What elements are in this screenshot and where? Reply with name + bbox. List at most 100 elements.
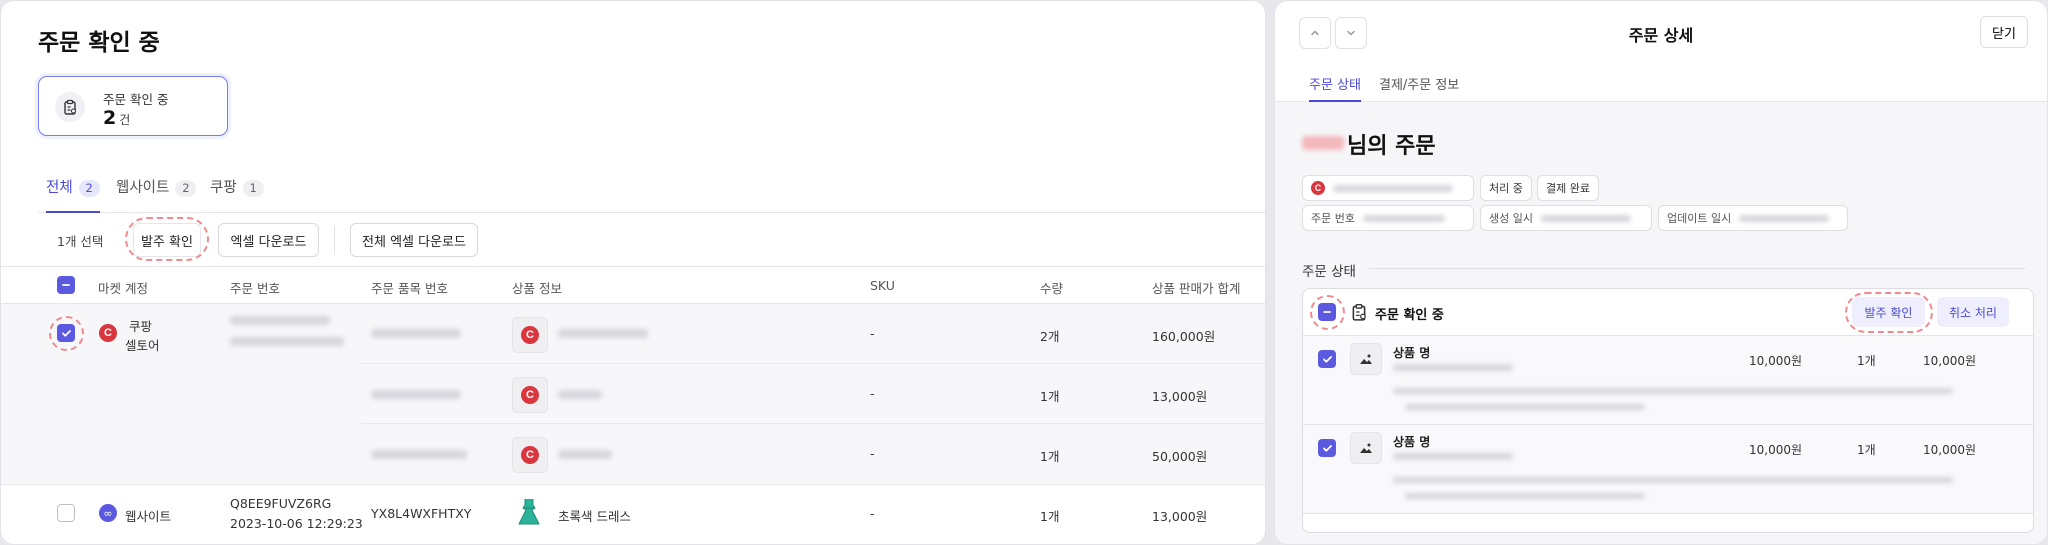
product-thumbnail: C	[512, 377, 548, 413]
redacted-item-meta	[1405, 404, 1645, 410]
item-qty: 1개	[1040, 449, 1060, 464]
redacted-order-no	[1362, 214, 1445, 222]
item-no: YX8L4WXFHTXY	[371, 506, 472, 521]
order-no-label: 주문 번호	[1311, 212, 1355, 225]
item-total: 160,000원	[1152, 329, 1216, 344]
order-list-panel: 주문 확인 중 주문 확인 중 2건 전체 2 웹사이트 2 쿠팡 1 1개 선택 발…	[0, 0, 1266, 545]
section-divider	[1369, 268, 2025, 269]
redacted-item-no	[371, 390, 461, 399]
check-icon	[1322, 444, 1332, 452]
close-button[interactable]: 닫기	[1980, 16, 2028, 48]
coupang-logo-icon: C	[521, 326, 539, 344]
row-checkbox[interactable]	[57, 324, 75, 342]
created-pill: 생성 일시	[1480, 205, 1652, 231]
redacted-product	[558, 390, 602, 399]
redacted-product	[558, 329, 648, 338]
item-qty: 1개	[1040, 509, 1060, 524]
redacted-product	[558, 450, 612, 459]
summary-count-value: 2	[103, 107, 117, 129]
channel-pill: C	[1302, 175, 1474, 201]
status-pill-paid: 결제 완료	[1537, 175, 1599, 201]
product-name: 초록색 드레스	[558, 509, 631, 524]
excel-download-all-button[interactable]: 전체 엑셀 다운로드	[350, 223, 478, 257]
image-icon	[1350, 343, 1382, 375]
check-icon	[61, 329, 71, 337]
channel-tabs: 전체 2 웹사이트 2 쿠팡 1	[38, 166, 1265, 213]
toolbar-divider	[334, 226, 335, 253]
status-card-header: 주문 확인 중 발주 확인 취소 처리	[1303, 289, 2033, 336]
item-name: 상품 명	[1393, 435, 1431, 449]
item-name: 상품 명	[1393, 346, 1431, 360]
list-item: 상품 명 10,000원 1개 10,000원	[1303, 425, 2033, 514]
tab-label: 웹사이트	[116, 180, 170, 196]
coupang-logo-icon: C	[1311, 181, 1325, 195]
tab-count: 2	[175, 180, 197, 197]
col-market: 마켓 계정	[98, 281, 148, 296]
item-total: 10,000원	[1923, 354, 1977, 368]
website-logo-icon: ∞	[99, 504, 117, 522]
tab-coupang[interactable]: 쿠팡 1	[210, 176, 264, 211]
row-checkbox[interactable]	[57, 504, 75, 522]
item-qty: 1개	[1857, 354, 1876, 368]
minus-icon	[62, 284, 70, 286]
summary-count-unit: 건	[119, 113, 131, 127]
detail-body: 님의 주문 C 처리 중 결제 완료 주문 번호 생성 일시 업데이트 일시 주…	[1275, 102, 2047, 544]
item-sku: -	[870, 386, 875, 401]
redacted-option	[1393, 453, 1513, 460]
col-sku: SKU	[870, 278, 895, 293]
product-thumbnail: C	[512, 317, 548, 353]
confirm-order-button[interactable]: 발주 확인	[133, 223, 201, 257]
item-qty: 2개	[1040, 329, 1060, 344]
tab-website[interactable]: 웹사이트 2	[116, 176, 197, 211]
item-checkbox[interactable]	[1318, 350, 1336, 368]
item-divider	[361, 363, 1265, 364]
list-item: 상품 명 10,000원 1개 10,000원	[1303, 336, 2033, 425]
select-all-items-checkbox[interactable]	[1318, 303, 1336, 321]
item-total: 13,000원	[1152, 389, 1208, 404]
redacted-channel	[1333, 184, 1453, 192]
redacted-created	[1540, 214, 1631, 222]
coupang-logo-icon: C	[521, 386, 539, 404]
tab-order-status[interactable]: 주문 상태	[1309, 74, 1361, 102]
item-price: 10,000원	[1749, 443, 1803, 457]
item-checkbox[interactable]	[1318, 439, 1336, 457]
redacted-order-date	[230, 337, 344, 346]
excel-download-button[interactable]: 엑셀 다운로드	[218, 223, 319, 257]
redacted-item-meta	[1393, 477, 1953, 483]
tab-label: 전체	[46, 180, 73, 196]
item-total: 50,000원	[1152, 449, 1208, 464]
order-date: 2023-10-06 12:29:23	[230, 516, 363, 531]
confirm-order-button[interactable]: 발주 확인	[1852, 297, 1925, 327]
order-no: Q8EE9FUVZ6RG	[230, 496, 332, 511]
image-icon	[1350, 432, 1382, 464]
select-all-checkbox[interactable]	[57, 276, 75, 294]
item-divider	[361, 423, 1265, 424]
redacted-item-meta	[1393, 388, 1953, 394]
item-sku: -	[870, 506, 875, 521]
item-sku: -	[870, 326, 875, 341]
tab-all[interactable]: 전체 2	[46, 176, 100, 213]
item-qty: 1개	[1040, 389, 1060, 404]
redacted-updated	[1739, 214, 1830, 222]
redacted-customer-name	[1302, 136, 1344, 150]
product-thumbnail: C	[512, 437, 548, 473]
market-name: 웹사이트	[125, 509, 172, 524]
table-row-website[interactable]: ∞ 웹사이트 Q8EE9FUVZ6RG 2023-10-06 12:29:23 …	[1, 485, 1265, 544]
coupang-logo-icon: C	[521, 446, 539, 464]
created-label: 생성 일시	[1489, 212, 1533, 225]
cancel-order-button[interactable]: 취소 처리	[1937, 297, 2009, 327]
summary-count: 2건	[103, 107, 130, 129]
summary-card[interactable]: 주문 확인 중 2건	[38, 76, 228, 136]
detail-tabs: 주문 상태 결제/주문 정보	[1275, 65, 2047, 102]
item-price: 10,000원	[1749, 354, 1803, 368]
market-name: 쿠팡	[129, 319, 153, 334]
table-row-coupang[interactable]: C 쿠팡 셀토어 C - 2개 160,000원 C - 1개 13,000원 …	[1, 304, 1265, 484]
redacted-item-meta	[1405, 493, 1645, 499]
status-card: 주문 확인 중 발주 확인 취소 처리 상품 명 10,000원 1개 10,0…	[1302, 288, 2034, 533]
summary-label: 주문 확인 중	[103, 92, 169, 107]
order-detail-panel: 주문 상세 닫기 주문 상태 결제/주문 정보 님의 주문 C 처리 중 결제 …	[1274, 0, 2048, 545]
detail-title: 주문 상세	[1628, 26, 1694, 45]
redacted-order-no	[230, 316, 330, 325]
tab-payment-info[interactable]: 결제/주문 정보	[1379, 74, 1459, 100]
clipboard-icon	[1350, 303, 1368, 325]
